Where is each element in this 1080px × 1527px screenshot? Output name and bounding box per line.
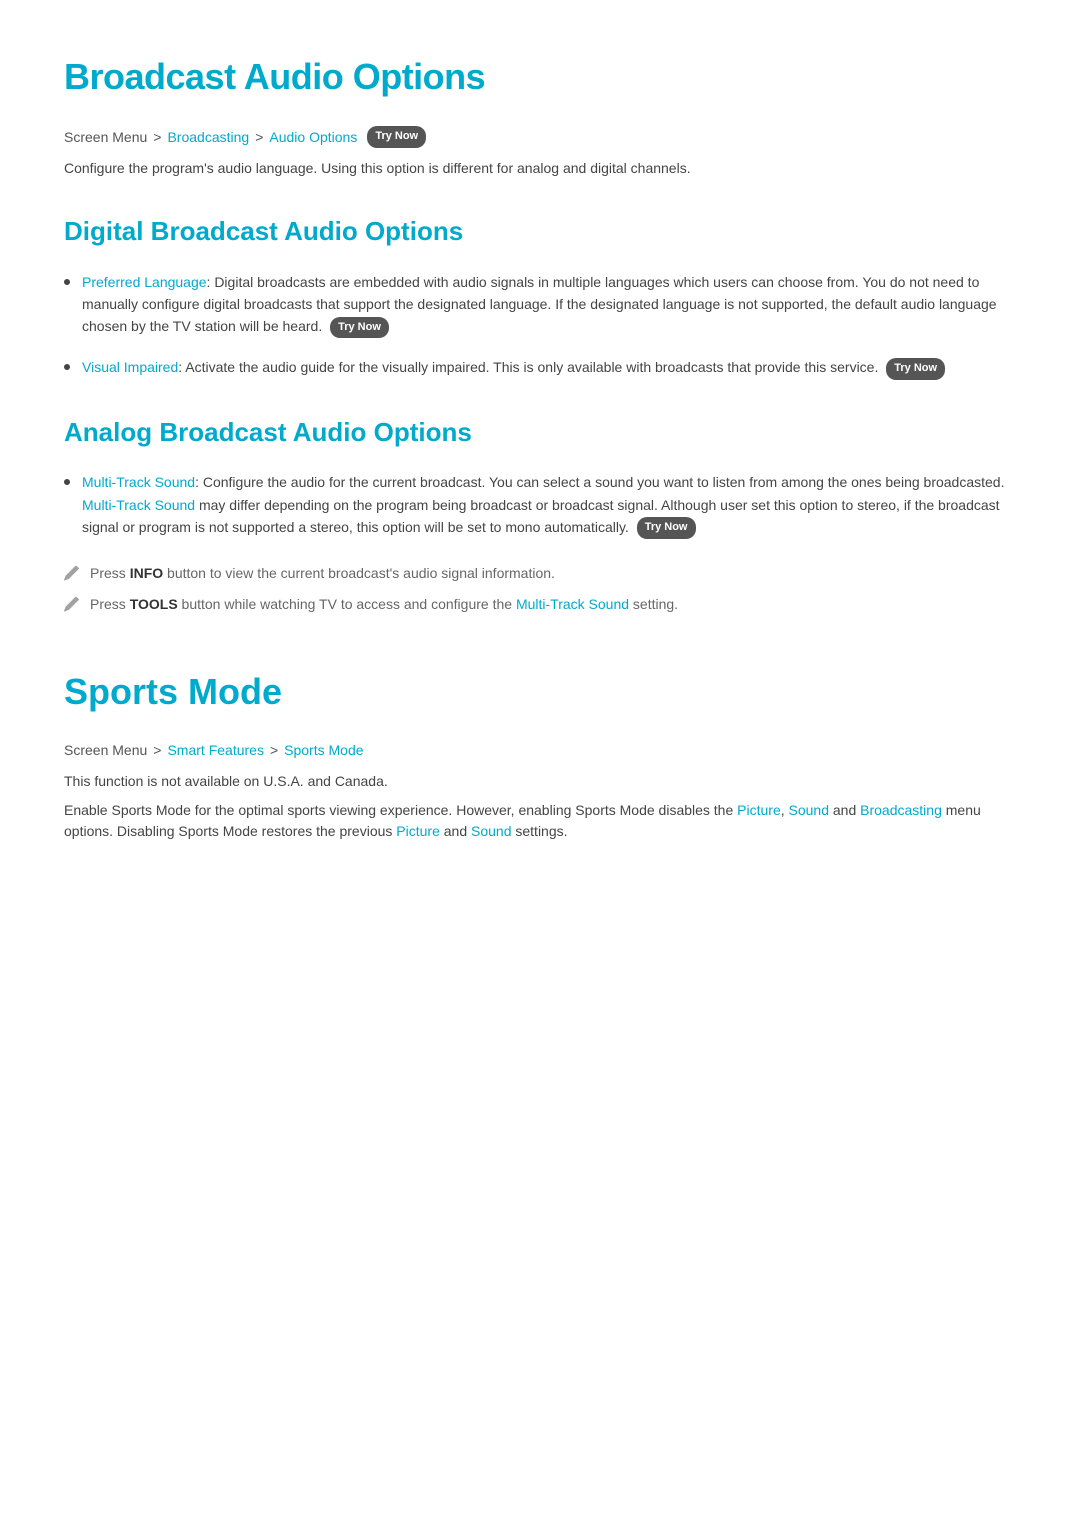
sports-section: Sports Mode Screen Menu > Smart Features…: [64, 663, 1016, 842]
note-1-text: Press INFO button to view the current br…: [90, 563, 555, 584]
note-item: Press TOOLS button while watching TV to …: [64, 594, 1016, 615]
note-1-prefix: Press: [90, 565, 130, 581]
analog-item-1-body-2: may differ depending on the program bein…: [82, 497, 1000, 535]
list-item: Multi-Track Sound: Configure the audio f…: [64, 471, 1016, 539]
breadcrumb-separator-1: >: [153, 126, 161, 148]
bullet-dot: [64, 479, 70, 485]
multi-track-sound-link-2[interactable]: Multi-Track Sound: [82, 497, 195, 513]
multi-track-sound-link[interactable]: Multi-Track Sound: [82, 474, 195, 490]
list-item: Preferred Language: Digital broadcasts a…: [64, 271, 1016, 339]
try-now-badge-header[interactable]: Try Now: [367, 126, 426, 148]
digital-bullet-list: Preferred Language: Digital broadcasts a…: [64, 271, 1016, 380]
page-description: Configure the program's audio language. …: [64, 158, 1016, 179]
multi-track-sound-link-3[interactable]: Multi-Track Sound: [516, 596, 629, 612]
sports-section-title: Sports Mode: [64, 663, 1016, 721]
note-2-suffix: button while watching TV to access and c…: [178, 596, 516, 612]
digital-item-1-text: Preferred Language: Digital broadcasts a…: [82, 271, 1016, 339]
info-keyword: INFO: [130, 565, 163, 581]
sports-breadcrumb-sep2: >: [270, 739, 278, 761]
note-2-end: setting.: [629, 596, 678, 612]
digital-item-2-text: Visual Impaired: Activate the audio guid…: [82, 356, 945, 379]
breadcrumb-audio-options[interactable]: Audio Options: [269, 126, 357, 148]
pencil-icon: [64, 596, 80, 612]
analog-item-1-body: : Configure the audio for the current br…: [195, 474, 1004, 490]
picture-link-2[interactable]: Picture: [396, 823, 440, 839]
try-now-badge-multi-track[interactable]: Try Now: [637, 517, 696, 539]
bullet-dot: [64, 364, 70, 370]
sports-description-1: This function is not available on U.S.A.…: [64, 771, 1016, 792]
try-now-badge-preferred-lang[interactable]: Try Now: [330, 317, 389, 339]
analog-item-1-text: Multi-Track Sound: Configure the audio f…: [82, 471, 1016, 539]
broadcasting-link[interactable]: Broadcasting: [860, 802, 942, 818]
page-title: Broadcast Audio Options: [64, 48, 1016, 106]
tools-keyword: TOOLS: [130, 596, 178, 612]
digital-section: Digital Broadcast Audio Options Preferre…: [64, 211, 1016, 380]
picture-link-1[interactable]: Picture: [737, 802, 781, 818]
note-1-suffix: button to view the current broadcast's a…: [163, 565, 555, 581]
sports-breadcrumb-sports-mode[interactable]: Sports Mode: [284, 739, 363, 761]
breadcrumb: Screen Menu > Broadcasting > Audio Optio…: [64, 126, 1016, 148]
digital-item-2-body: : Activate the audio guide for the visua…: [178, 359, 878, 375]
breadcrumb-broadcasting[interactable]: Broadcasting: [167, 126, 249, 148]
sports-desc2-mid1: ,: [781, 802, 789, 818]
bullet-dot: [64, 279, 70, 285]
analog-bullet-list: Multi-Track Sound: Configure the audio f…: [64, 471, 1016, 539]
pencil-icon: [64, 565, 80, 581]
breadcrumb-separator-2: >: [255, 126, 263, 148]
try-now-badge-visual-impaired[interactable]: Try Now: [886, 358, 945, 380]
sports-breadcrumb: Screen Menu > Smart Features > Sports Mo…: [64, 739, 1016, 761]
digital-item-1-body: : Digital broadcasts are embedded with a…: [82, 274, 997, 335]
sports-desc2-mid4: and: [440, 823, 471, 839]
sports-desc2-prefix: Enable Sports Mode for the optimal sport…: [64, 802, 737, 818]
sports-desc2-mid2: and: [829, 802, 860, 818]
sports-description-2: Enable Sports Mode for the optimal sport…: [64, 800, 1016, 842]
analog-notes: Press INFO button to view the current br…: [64, 563, 1016, 615]
sports-breadcrumb-root: Screen Menu: [64, 739, 147, 761]
breadcrumb-root: Screen Menu: [64, 126, 147, 148]
analog-section-title: Analog Broadcast Audio Options: [64, 412, 1016, 454]
note-2-prefix: Press: [90, 596, 130, 612]
sound-link-1[interactable]: Sound: [789, 802, 829, 818]
list-item: Visual Impaired: Activate the audio guid…: [64, 356, 1016, 379]
digital-section-title: Digital Broadcast Audio Options: [64, 211, 1016, 253]
analog-section: Analog Broadcast Audio Options Multi-Tra…: [64, 412, 1016, 615]
sports-breadcrumb-smart-features[interactable]: Smart Features: [167, 739, 263, 761]
sports-breadcrumb-sep1: >: [153, 739, 161, 761]
note-item: Press INFO button to view the current br…: [64, 563, 1016, 584]
sports-desc2-end: settings.: [511, 823, 567, 839]
preferred-language-link[interactable]: Preferred Language: [82, 274, 207, 290]
sound-link-2[interactable]: Sound: [471, 823, 511, 839]
note-2-text: Press TOOLS button while watching TV to …: [90, 594, 678, 615]
visual-impaired-link[interactable]: Visual Impaired: [82, 359, 178, 375]
